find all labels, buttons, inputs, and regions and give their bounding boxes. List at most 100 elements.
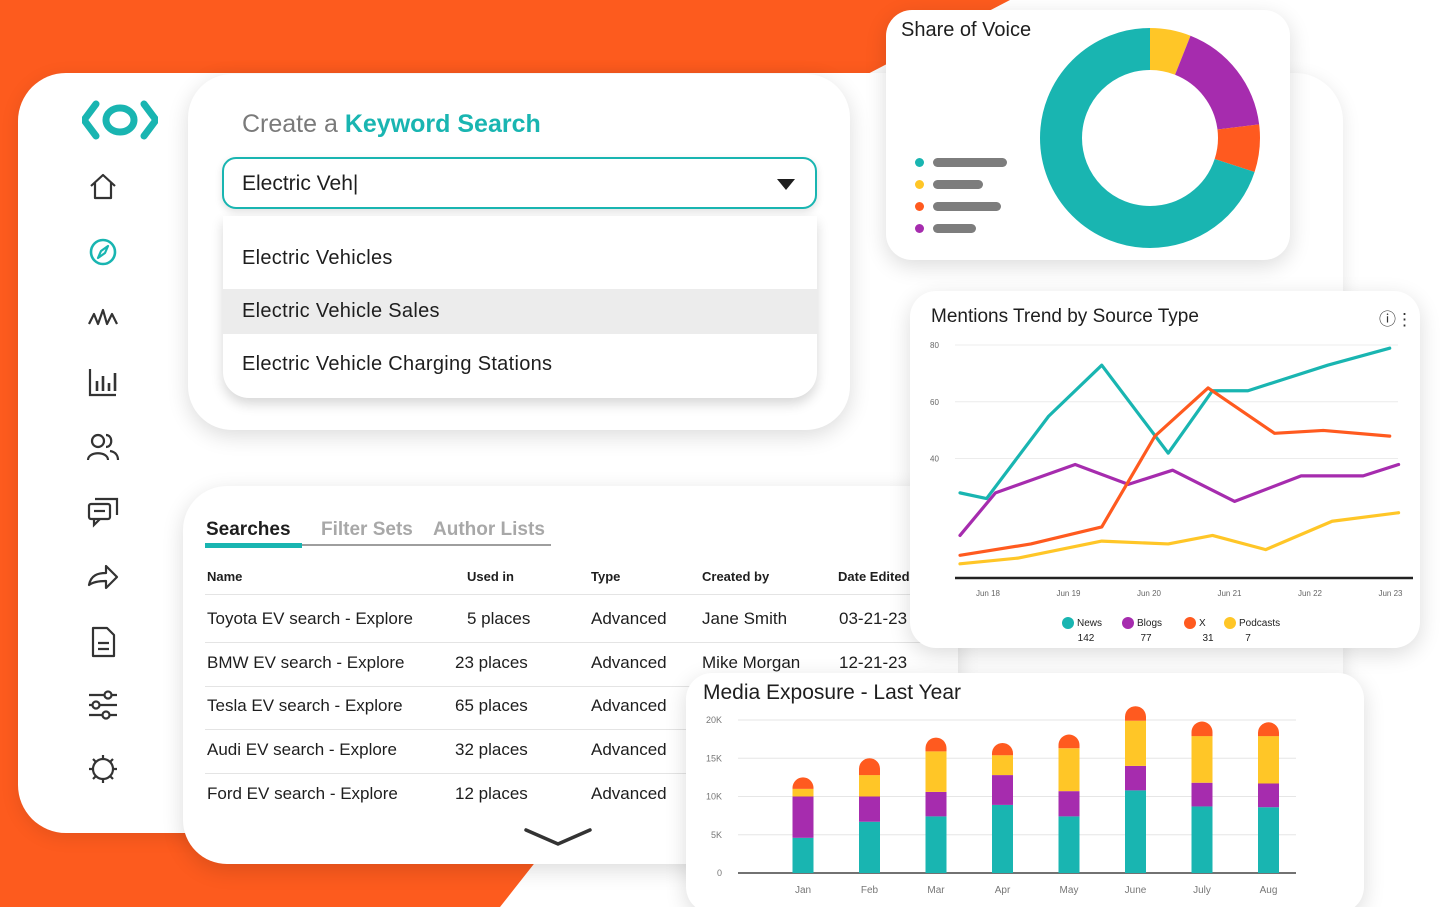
bar-segment-purple[interactable] bbox=[1125, 765, 1146, 791]
cell-date-edited: 03-21-23 bbox=[839, 609, 908, 628]
bar-segment-purple[interactable] bbox=[1191, 782, 1213, 807]
tab-searches[interactable]: Searches bbox=[206, 519, 291, 541]
cell-name: Audi EV search - Explore bbox=[207, 740, 397, 759]
suggestion-option[interactable]: Electric Vehicles bbox=[223, 236, 817, 281]
gear-icon[interactable] bbox=[86, 752, 120, 786]
legend-total: 7 bbox=[1245, 633, 1251, 644]
compass-icon[interactable] bbox=[86, 235, 120, 269]
x-tick-label: Jan bbox=[795, 885, 811, 896]
tab-filter-sets[interactable]: Filter Sets bbox=[321, 519, 413, 541]
legend-label: X bbox=[1199, 618, 1206, 629]
cell-date-edited: 12-21-23 bbox=[839, 653, 908, 672]
bar-segment-orange[interactable] bbox=[1258, 722, 1279, 737]
bar-segment-yellow[interactable] bbox=[1058, 748, 1080, 792]
y-tick-label: 0 bbox=[717, 868, 722, 878]
bar-segment-teal[interactable] bbox=[1058, 816, 1080, 873]
legend-total: 77 bbox=[1140, 633, 1152, 644]
bar-segment-purple[interactable] bbox=[925, 791, 947, 817]
sliders-icon[interactable] bbox=[86, 688, 120, 722]
chat-icon[interactable] bbox=[86, 495, 120, 529]
cell-created-by: Mike Morgan bbox=[702, 653, 801, 672]
chart-options-icon[interactable]: ⓘ⋮ bbox=[1379, 305, 1413, 330]
x-tick-label: Jun 21 bbox=[1217, 589, 1242, 598]
home-icon[interactable] bbox=[86, 170, 120, 204]
cell-used-in: 12 places bbox=[455, 784, 528, 803]
bar-segment-teal[interactable] bbox=[859, 821, 880, 873]
column-header-created-by[interactable]: Created by bbox=[702, 569, 769, 584]
legend-total: 31 bbox=[1202, 633, 1214, 644]
bar-segment-yellow[interactable] bbox=[992, 755, 1013, 776]
bar-segment-orange[interactable] bbox=[992, 742, 1013, 756]
share-arrow-icon[interactable] bbox=[86, 560, 120, 594]
y-tick-label: 80 bbox=[930, 341, 939, 350]
bar-segment-purple[interactable] bbox=[792, 796, 814, 838]
bar-segment-orange[interactable] bbox=[925, 737, 947, 752]
bar-segment-purple[interactable] bbox=[859, 796, 880, 822]
bar-segment-orange[interactable] bbox=[1058, 734, 1080, 749]
legend-dot bbox=[1184, 617, 1196, 629]
title-prefix: Create a bbox=[242, 110, 338, 138]
users-icon[interactable] bbox=[86, 430, 120, 464]
keyword-search-input[interactable]: Electric Veh| bbox=[222, 157, 817, 209]
bar-segment-teal[interactable] bbox=[792, 837, 814, 873]
cell-created-by: Jane Smith bbox=[702, 609, 788, 628]
bar-segment-yellow[interactable] bbox=[859, 775, 880, 797]
bar-segment-purple[interactable] bbox=[992, 775, 1013, 805]
x-tick-label: Feb bbox=[861, 885, 879, 896]
column-header-name[interactable]: Name bbox=[207, 569, 242, 584]
legend-placeholder-bar bbox=[933, 202, 1001, 211]
legend-dot bbox=[915, 224, 924, 233]
trend-waves-icon[interactable] bbox=[86, 300, 120, 334]
series-line-podcasts[interactable] bbox=[958, 511, 1401, 566]
y-tick-label: 5K bbox=[711, 830, 722, 840]
bar-segment-orange[interactable] bbox=[1191, 721, 1213, 737]
suggestion-option-selected[interactable]: Electric Vehicle Sales bbox=[223, 289, 817, 334]
bar-segment-orange[interactable] bbox=[859, 758, 880, 776]
legend-dot bbox=[1122, 617, 1134, 629]
bar-segment-orange[interactable] bbox=[792, 777, 814, 789]
column-header-used-in[interactable]: Used in bbox=[467, 569, 514, 584]
x-tick-label: May bbox=[1060, 885, 1079, 896]
bar-segment-purple[interactable] bbox=[1258, 783, 1279, 808]
bar-segment-yellow[interactable] bbox=[1258, 736, 1279, 784]
x-tick-label: Jun 23 bbox=[1378, 589, 1403, 598]
legend-dot bbox=[1224, 617, 1236, 629]
column-header-type[interactable]: Type bbox=[591, 569, 620, 584]
bar-segment-teal[interactable] bbox=[1125, 790, 1146, 873]
bar-segment-teal[interactable] bbox=[1191, 806, 1213, 873]
dropdown-caret-icon[interactable] bbox=[777, 179, 795, 190]
share-of-voice-title: Share of Voice bbox=[901, 19, 1032, 41]
bar-segment-yellow[interactable] bbox=[1125, 720, 1146, 766]
bar-segment-purple[interactable] bbox=[1058, 791, 1080, 817]
cell-used-in: 65 places bbox=[455, 696, 528, 715]
share-of-voice-donut bbox=[1040, 28, 1260, 248]
bar-segment-teal[interactable] bbox=[925, 816, 947, 873]
chevron-down-icon[interactable] bbox=[522, 826, 594, 850]
keyword-suggestions-dropdown: Electric Vehicles Electric Vehicle Sales… bbox=[223, 216, 817, 398]
bar-segment-teal[interactable] bbox=[992, 804, 1013, 873]
document-icon[interactable] bbox=[86, 625, 120, 659]
suggestion-option[interactable]: Electric Vehicle Charging Stations bbox=[223, 342, 817, 387]
bar-segment-orange[interactable] bbox=[1125, 706, 1146, 721]
cell-used-in: 32 places bbox=[455, 740, 528, 759]
bar-segment-yellow[interactable] bbox=[792, 788, 814, 797]
tab-author-lists[interactable]: Author Lists bbox=[433, 519, 545, 541]
y-tick-label: 40 bbox=[930, 455, 939, 464]
bar-segment-yellow[interactable] bbox=[1191, 736, 1213, 783]
bar-segment-teal[interactable] bbox=[1258, 807, 1279, 873]
column-header-date-edited[interactable]: Date Edited bbox=[838, 569, 910, 584]
logo-icon[interactable] bbox=[82, 100, 158, 140]
y-tick-label: 10K bbox=[706, 792, 722, 802]
y-tick-label: 60 bbox=[930, 398, 939, 407]
series-line-blogs[interactable] bbox=[958, 462, 1401, 538]
input-value: Electric Veh| bbox=[242, 172, 359, 195]
cell-used-in: 5 places bbox=[467, 609, 531, 628]
bar-segment-yellow[interactable] bbox=[925, 751, 947, 792]
x-tick-label: June bbox=[1125, 885, 1147, 896]
y-tick-label: 15K bbox=[706, 753, 722, 763]
legend-dot bbox=[915, 202, 924, 211]
legend-label: News bbox=[1077, 618, 1102, 629]
legend-dot bbox=[1062, 617, 1074, 629]
bar-chart-icon[interactable] bbox=[86, 365, 120, 399]
mentions-trend-title: Mentions Trend by Source Type bbox=[931, 306, 1199, 327]
